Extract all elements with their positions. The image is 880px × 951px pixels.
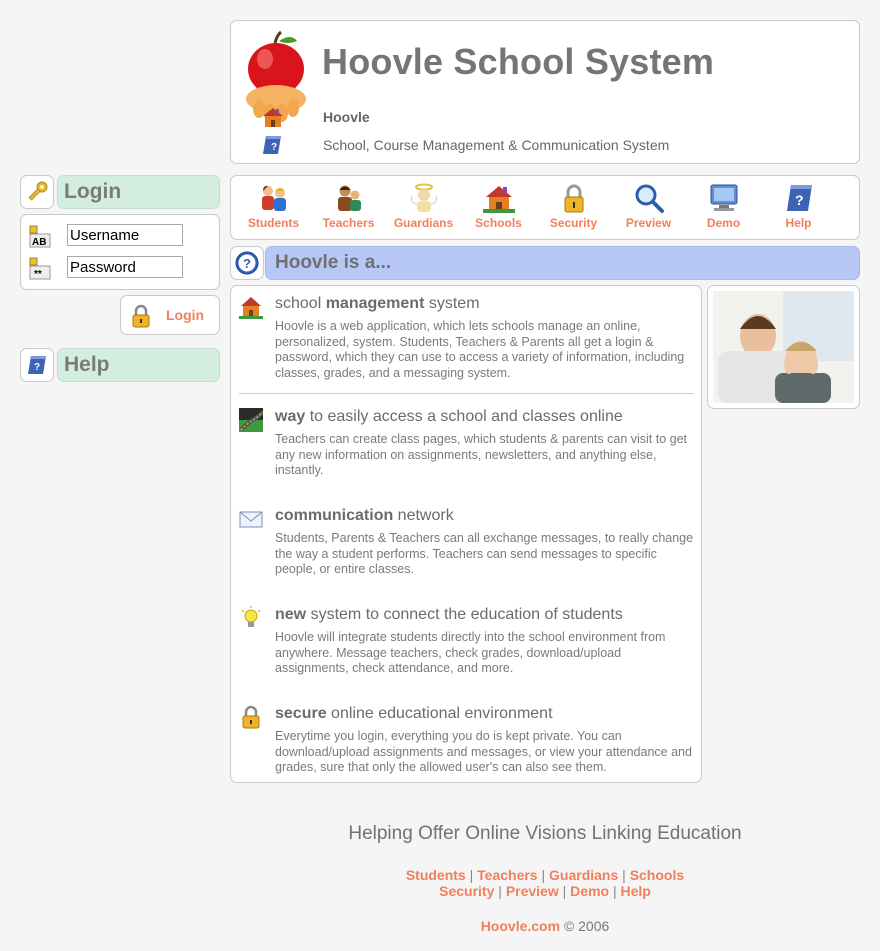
nav-teachers[interactable]: Teachers: [311, 182, 386, 230]
header-app-name: Hoovle: [323, 109, 370, 125]
question-icon: ?: [235, 251, 259, 275]
footer-slogan: Helping Offer Online Visions Linking Edu…: [348, 823, 742, 844]
feature-body: Teachers can create class pages, which s…: [275, 432, 688, 477]
book-icon: ?: [28, 356, 46, 374]
header-row-name: Hoovle: [261, 106, 370, 128]
svg-text:AB: AB: [32, 237, 46, 248]
nav-demo-label: Demo: [706, 216, 741, 230]
nav-preview-label: Preview: [625, 216, 672, 230]
guardians-icon: [410, 183, 437, 212]
key-icon: [28, 181, 48, 201]
feature-heading: new system to connect the education of s…: [275, 606, 623, 623]
footer-link-schools[interactable]: Schools: [630, 867, 684, 883]
schoolhouse-icon: [263, 108, 283, 127]
lock-icon: [132, 304, 150, 328]
nav-schools-label: Schools: [475, 216, 522, 230]
password-field[interactable]: [67, 256, 183, 278]
password-icon: **: [29, 257, 51, 280]
main-nav: Students Teachers Guardians Schools Secu…: [230, 175, 860, 240]
svg-text:?: ?: [795, 192, 804, 208]
header-description: School, Course Management & Communicatio…: [323, 137, 670, 153]
svg-text:?: ?: [34, 362, 40, 373]
help-icon-box: ?: [20, 348, 54, 382]
feature-heading: communication network: [275, 507, 454, 524]
lock-icon: [564, 184, 583, 213]
nav-demo[interactable]: Demo: [686, 182, 761, 230]
login-button-label: Login: [166, 307, 205, 323]
site-link[interactable]: Hoovle.com: [481, 918, 560, 934]
footer-link-help[interactable]: Help: [621, 883, 651, 899]
feature-body: Hoovle will integrate students directly …: [275, 630, 666, 675]
copyright: Hoovle.com © 2006: [230, 918, 860, 934]
divider: [239, 393, 694, 394]
feature-list: school management system Hoovle is a web…: [230, 285, 702, 783]
feature-heading: way to easily access a school and classe…: [275, 408, 623, 425]
question-icon-box: ?: [230, 246, 264, 280]
nav-security[interactable]: Security: [536, 182, 611, 230]
feature-body: Students, Parents & Teachers can all exc…: [275, 531, 694, 576]
nav-guardians[interactable]: Guardians: [386, 182, 461, 230]
login-heading: Login: [57, 175, 220, 209]
help-heading: Help: [57, 348, 220, 382]
road-icon: [239, 408, 263, 432]
nav-help-label: Help: [785, 216, 812, 230]
parent-child-photo: [707, 285, 860, 409]
site-header: Hoovle School System Hoovle ? School, Co…: [230, 20, 860, 164]
footer-link-security[interactable]: Security: [439, 883, 494, 899]
username-field[interactable]: [67, 224, 183, 246]
envelope-icon: [239, 511, 263, 528]
nav-preview[interactable]: Preview: [611, 182, 686, 230]
teachers-icon: [337, 185, 361, 211]
footer-link-students[interactable]: Students: [406, 867, 466, 883]
feature-body: Everytime you login, everything you do i…: [275, 729, 692, 774]
feature-heading: secure online educational environment: [275, 705, 553, 722]
footer-link-demo[interactable]: Demo: [570, 883, 609, 899]
nav-teachers-label: Teachers: [322, 216, 375, 230]
site-title: Hoovle School System: [322, 41, 715, 82]
feature-body: Hoovle is a web application, which lets …: [275, 319, 685, 380]
nav-schools[interactable]: Schools: [461, 182, 536, 230]
nav-guardians-label: Guardians: [393, 216, 454, 230]
nav-students[interactable]: Students: [236, 182, 311, 230]
footer-links-row2: Security | Preview | Demo | Help: [439, 883, 651, 899]
schools-icon: [482, 186, 515, 213]
students-icon: [261, 185, 286, 211]
login-button[interactable]: Login: [120, 295, 220, 335]
magnifier-icon: [635, 184, 664, 213]
lock-icon: [242, 705, 260, 729]
book-icon: ?: [786, 185, 812, 211]
feature-heading: school management system: [275, 295, 480, 312]
help-book-icon: ?: [263, 136, 281, 154]
svg-text:?: ?: [271, 142, 277, 153]
svg-text:**: **: [34, 269, 42, 280]
footer-links-row1: Students | Teachers | Guardians | School…: [405, 867, 685, 883]
username-icon: AB: [29, 225, 51, 248]
monitor-icon: [710, 184, 737, 211]
footer-link-teachers[interactable]: Teachers: [477, 867, 537, 883]
svg-text:?: ?: [243, 256, 251, 271]
nav-students-label: Students: [247, 216, 300, 230]
login-form: AB **: [20, 214, 220, 290]
copyright-text: © 2006: [563, 918, 610, 934]
footer-link-preview[interactable]: Preview: [506, 883, 559, 899]
header-row-description: ? School, Course Management & Communicat…: [261, 134, 669, 156]
footer-link-guardians[interactable]: Guardians: [549, 867, 618, 883]
parent-child-image: [713, 291, 854, 403]
section-title: Hoovle is a...: [265, 246, 860, 280]
lightbulb-icon: [241, 606, 261, 627]
schoolhouse-icon: [239, 297, 263, 319]
nav-security-label: Security: [549, 216, 598, 230]
key-icon-box: [20, 175, 54, 209]
nav-help[interactable]: ? Help: [761, 182, 836, 230]
